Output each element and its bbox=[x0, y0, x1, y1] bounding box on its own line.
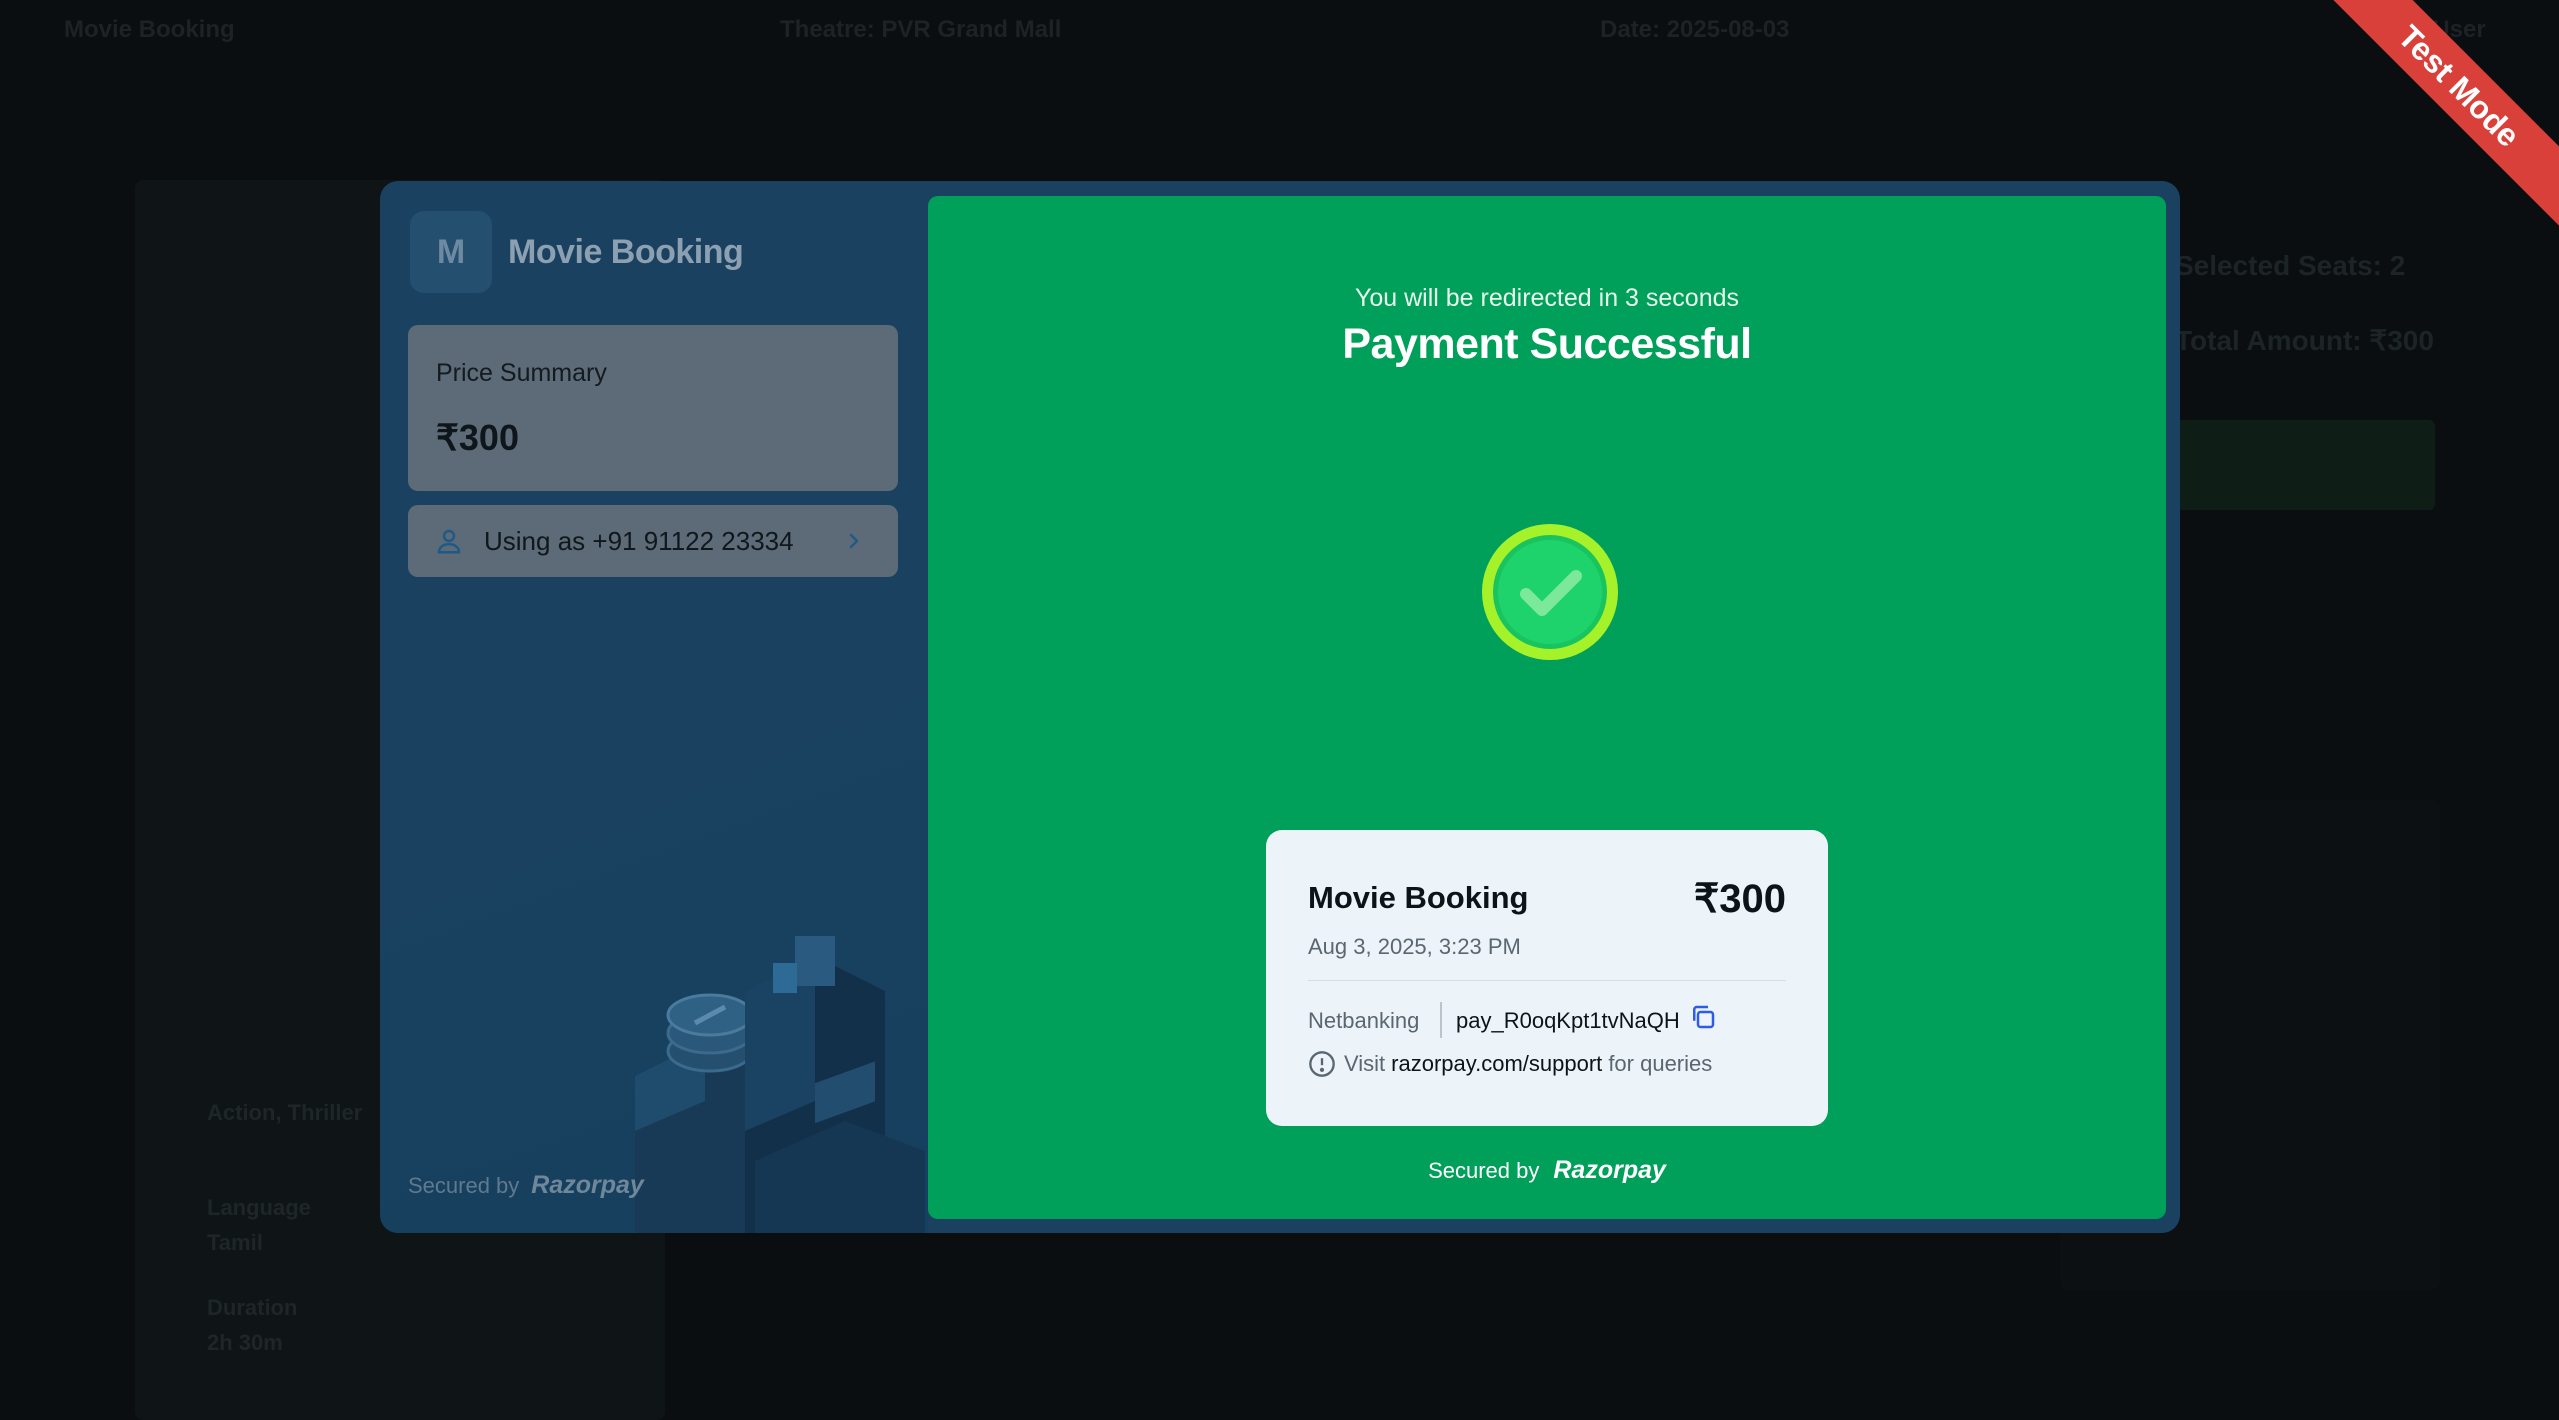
bg-topbar-date: Date: 2025-08-03 bbox=[1600, 16, 1790, 43]
receipt-separator bbox=[1440, 1002, 1442, 1038]
test-mode-label: Test Mode bbox=[2299, 0, 2559, 248]
copy-icon[interactable] bbox=[1688, 1002, 1718, 1032]
support-link[interactable]: razorpay.com/support bbox=[1391, 1051, 1602, 1077]
merchant-logo: M bbox=[410, 211, 492, 293]
bg-topbar-theatre: Theatre: PVR Grand Mall bbox=[780, 16, 1062, 43]
bg-duration-value: 2h 30m bbox=[207, 1330, 283, 1355]
receipt-divider bbox=[1308, 980, 1786, 981]
payment-receipt-card: Movie Booking ₹300 Aug 3, 2025, 3:23 PM … bbox=[1266, 830, 1828, 1126]
razorpay-logo: Razorpay bbox=[1553, 1156, 1666, 1184]
background-topbar: Movie Booking Theatre: PVR Grand Mall Da… bbox=[0, 0, 2559, 60]
receipt-amount: ₹300 bbox=[1693, 877, 1786, 921]
razorpay-logo: Razorpay bbox=[531, 1171, 644, 1199]
test-mode-ribbon: Test Mode bbox=[2299, 0, 2559, 260]
payment-success-panel: You will be redirected in 3 seconds Paym… bbox=[928, 196, 2166, 1219]
background-summary: Selected Seats: 2 Total Amount: ₹300 bbox=[2175, 250, 2434, 357]
receipt-date: Aug 3, 2025, 3:23 PM bbox=[1308, 934, 1521, 959]
bg-genre: Action, Thriller bbox=[207, 1100, 363, 1125]
checkout-sidebar: M Movie Booking Price Summary ₹300 Using… bbox=[380, 181, 928, 1233]
chevron-right-icon bbox=[849, 533, 859, 549]
bg-topbar-title: Movie Booking bbox=[64, 16, 235, 43]
bg-language-value: Tamil bbox=[207, 1230, 263, 1255]
buildings-illustration bbox=[635, 936, 925, 1233]
user-contact-label: Using as +91 91122 23334 bbox=[484, 525, 794, 556]
bg-language-label: Language bbox=[207, 1195, 311, 1220]
merchant-name: Movie Booking bbox=[508, 232, 744, 271]
checkout-modal: M Movie Booking Price Summary ₹300 Using… bbox=[380, 181, 2180, 1233]
secured-by-footer-sidebar: Secured by Razorpay bbox=[408, 1171, 644, 1200]
secured-by-text: Secured by bbox=[1428, 1157, 1540, 1183]
info-icon bbox=[1309, 1051, 1335, 1077]
receipt-payment-id: pay_R0oqKpt1tvNaQH bbox=[1456, 1008, 1680, 1033]
support-suffix: for queries bbox=[1608, 1051, 1713, 1076]
receipt-merchant-name: Movie Booking bbox=[1308, 880, 1529, 915]
secured-by-footer: Secured by Razorpay bbox=[928, 1156, 2166, 1185]
support-prefix: Visit bbox=[1344, 1051, 1386, 1076]
payment-success-title: Payment Successful bbox=[1342, 320, 1752, 368]
bg-total-amount: Total Amount: ₹300 bbox=[2175, 325, 2434, 356]
support-info: Visit razorpay.com/support for queries bbox=[1308, 1050, 1712, 1078]
price-summary-card: Price Summary ₹300 bbox=[408, 325, 898, 491]
bg-duration-label: Duration bbox=[207, 1295, 298, 1320]
user-icon bbox=[437, 529, 461, 554]
receipt-payment-method: Netbanking bbox=[1308, 1008, 1420, 1033]
price-summary-amount: ₹300 bbox=[436, 417, 519, 458]
redirect-notice: You will be redirected in 3 seconds bbox=[1354, 284, 1740, 312]
background-pay-button bbox=[2170, 420, 2435, 510]
price-summary-title: Price Summary bbox=[436, 359, 607, 387]
user-contact-row[interactable]: Using as +91 91122 23334 bbox=[408, 505, 898, 577]
merchant-brand: M Movie Booking bbox=[410, 211, 744, 293]
secured-by-text: Secured by bbox=[408, 1172, 520, 1198]
success-check-icon bbox=[1482, 524, 1618, 660]
